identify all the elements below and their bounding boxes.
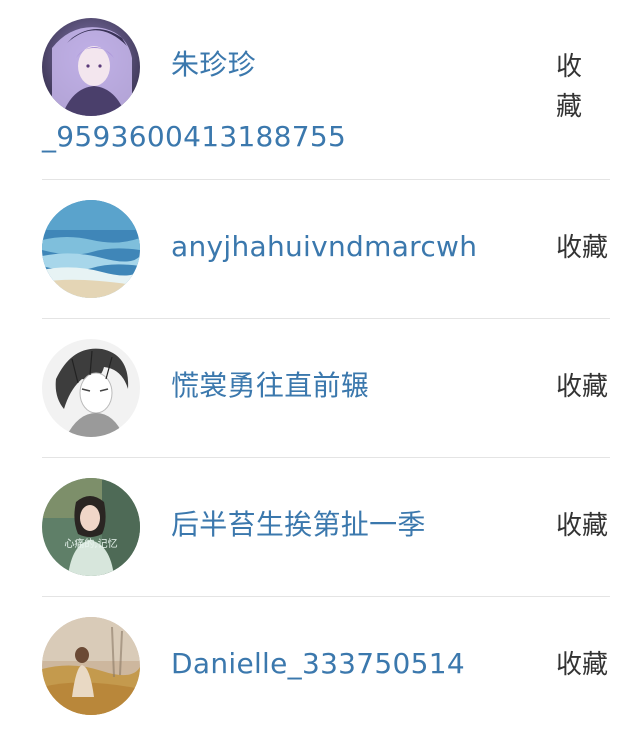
avatar[interactable]: 心痛的,记忆 — [42, 478, 140, 576]
anime-girl-avatar-image — [42, 18, 140, 116]
list-item[interactable]: 朱珍珍 _9593600413188755 收藏 — [0, 0, 640, 180]
list-item[interactable]: 慌裳勇往直前辗 收藏 — [0, 319, 640, 458]
ocean-beach-avatar-image — [42, 200, 140, 298]
user-name[interactable]: 慌裳勇往直前辗 — [171, 368, 369, 404]
avatar[interactable] — [42, 18, 140, 116]
favorite-button[interactable]: 收藏 — [556, 47, 584, 127]
user-name[interactable]: Danielle_333750514 — [171, 646, 465, 682]
favorite-button[interactable]: 收藏 — [556, 370, 608, 404]
user-name[interactable]: 后半苔生挨第扯一季 — [171, 507, 426, 543]
favorite-button[interactable]: 收藏 — [556, 509, 608, 543]
avatar[interactable] — [42, 200, 140, 298]
avatar[interactable] — [42, 339, 140, 437]
favorite-button[interactable]: 收藏 — [556, 648, 608, 682]
girl-photo-avatar-image — [42, 478, 140, 576]
list-item[interactable]: anyjhahuivndmarcwh 收藏 — [0, 180, 640, 319]
favorite-button[interactable]: 收藏 — [556, 231, 608, 265]
avatar[interactable] — [42, 617, 140, 715]
user-name[interactable]: anyjhahuivndmarcwh — [171, 229, 477, 265]
anime-boy-avatar-image — [42, 339, 140, 437]
girl-in-field-avatar-image — [42, 617, 140, 715]
user-name-continued[interactable]: _9593600413188755 — [42, 119, 346, 155]
avatar-caption: 心痛的,记忆 — [64, 539, 118, 550]
list-item[interactable]: 心痛的,记忆 后半苔生挨第扯一季 收藏 — [0, 458, 640, 597]
list-item[interactable]: Danielle_333750514 收藏 — [0, 597, 640, 732]
user-name[interactable]: 朱珍珍 — [171, 47, 256, 83]
